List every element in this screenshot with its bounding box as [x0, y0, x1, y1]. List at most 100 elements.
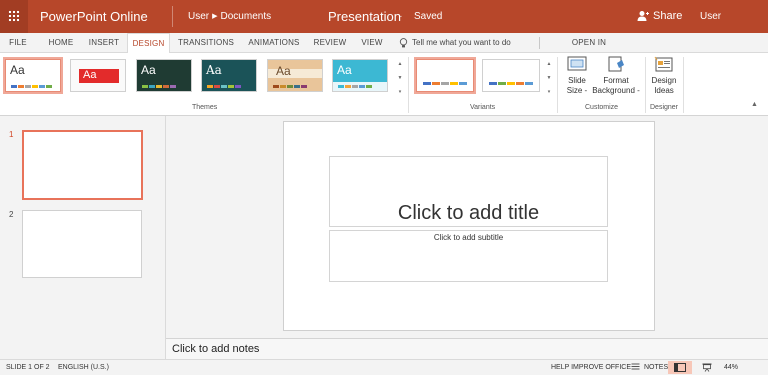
open-in-powerpoint-button[interactable]: OPEN IN POWERPOINT [546, 33, 632, 67]
theme-swatches [11, 85, 52, 88]
breadcrumb-user[interactable]: User [188, 11, 209, 22]
notes-placeholder: Click to add notes [172, 343, 260, 355]
share-label: Share [653, 10, 683, 22]
variant-swatches [423, 82, 467, 85]
notes-icon[interactable] [631, 363, 640, 373]
app-launcher-button[interactable] [0, 0, 28, 33]
tell-me-label: Tell me what you want to do [412, 38, 511, 47]
ribbon-divider [683, 57, 684, 113]
normal-view-icon [674, 363, 686, 372]
slide-size-icon [567, 56, 587, 71]
ribbon-divider [557, 57, 558, 113]
theme-teal[interactable]: Aa [201, 59, 257, 92]
tab-transitions[interactable]: TRANSITIONS [176, 33, 236, 53]
tab-insert[interactable]: INSERT [84, 33, 124, 53]
tab-view[interactable]: VIEW [357, 33, 387, 53]
variant-1[interactable] [414, 57, 476, 94]
theme-red[interactable]: Aa [70, 59, 126, 92]
slide-thumbnail-2[interactable] [22, 210, 142, 278]
theme-tan[interactable]: Aa [267, 59, 323, 92]
theme-sample-text: Aa [141, 63, 156, 77]
ribbon-divider [645, 57, 646, 113]
tab-review[interactable]: REVIEW [311, 33, 349, 53]
scroll-up-icon[interactable]: ▲ [545, 57, 553, 71]
collapse-ribbon-icon[interactable]: ▲ [751, 101, 758, 108]
scroll-down-icon[interactable]: ▼ [396, 71, 404, 85]
person-add-icon [637, 11, 649, 21]
slide-thumbnail-1[interactable] [22, 130, 143, 200]
theme-sample-text: Aa [206, 63, 222, 77]
theme-sample-text: Aa [337, 63, 352, 77]
zoom-level[interactable]: 44% [724, 364, 738, 371]
tab-animations[interactable]: ANIMATIONS [244, 33, 304, 53]
design-ideas-button[interactable]: Design Ideas [648, 56, 680, 96]
design-ribbon: Aa Aa Aa Aa Aa Aa ▲ ▼ ▾ Themes ▲ ▼ ▾ Var… [0, 53, 768, 116]
theme-sample-text: Aa [10, 63, 25, 77]
title-bar: PowerPoint Online User ▶ Documents Present… [0, 0, 768, 33]
expand-gallery-icon[interactable]: ▾ [396, 85, 404, 99]
lightbulb-icon [399, 38, 408, 48]
designer-group-label: Designer [650, 104, 679, 111]
slide-number: 1 [9, 130, 14, 139]
notes-pane[interactable]: Click to add notes [166, 338, 768, 359]
format-background-button[interactable]: Format Background - [590, 56, 642, 96]
subtitle-placeholder-text: Click to add subtitle [433, 233, 504, 242]
slide-number: 2 [9, 210, 14, 219]
share-button[interactable]: Share [637, 10, 682, 22]
tab-design[interactable]: DESIGN [127, 33, 170, 54]
expand-gallery-icon[interactable]: ▾ [545, 85, 553, 99]
design-ideas-label: Design [651, 76, 677, 85]
paint-bucket-icon [608, 56, 624, 72]
theme-swatches [273, 85, 307, 88]
theme-sample-text: Aa [276, 64, 291, 78]
title-separator: - [399, 11, 402, 21]
slide-size-button[interactable]: Slide Size - [561, 56, 593, 96]
title-placeholder-text: Click to add title [397, 202, 540, 224]
variants-scroll[interactable]: ▲ ▼ ▾ [545, 57, 553, 99]
breadcrumb: User ▶ Documents [188, 11, 271, 22]
themes-scroll[interactable]: ▲ ▼ ▾ [396, 57, 404, 99]
scroll-down-icon[interactable]: ▼ [545, 71, 553, 85]
format-background-label: Format [603, 76, 629, 85]
save-status: Saved [414, 11, 443, 22]
slideshow-icon[interactable] [702, 363, 712, 374]
user-account-button[interactable]: User [700, 11, 721, 22]
ribbon-tabs: FILE HOME INSERT DESIGN TRANSITIONS ANIM… [0, 33, 768, 67]
tabs-divider [539, 37, 540, 49]
tab-home[interactable]: HOME [42, 33, 80, 53]
theme-office[interactable]: Aa [3, 57, 63, 94]
app-name[interactable]: PowerPoint Online [40, 9, 148, 24]
title-divider [172, 6, 173, 27]
chevron-right-icon: ▶ [212, 13, 218, 20]
theme-swatches [142, 85, 176, 88]
tell-me-search[interactable]: Tell me what you want to do [399, 33, 511, 53]
theme-swatches [207, 85, 241, 88]
customize-group-label: Customize [585, 104, 619, 111]
title-placeholder[interactable]: Click to add title [329, 156, 608, 227]
breadcrumb-documents[interactable]: Documents [221, 11, 272, 22]
design-ideas-label-2: Ideas [654, 86, 674, 95]
theme-dark-green[interactable]: Aa [136, 59, 192, 92]
variants-group-label: Variants [470, 104, 496, 111]
variant-swatches [489, 82, 533, 85]
themes-group-label: Themes [192, 104, 218, 111]
slide-size-label-2: Size - [566, 86, 588, 95]
slide-count: SLIDE 1 OF 2 [6, 364, 50, 371]
document-title[interactable]: Presentation [328, 9, 401, 24]
scroll-up-icon[interactable]: ▲ [396, 57, 404, 71]
variant-2[interactable] [482, 59, 540, 92]
theme-sample-text: Aa [83, 69, 97, 81]
waffle-icon [8, 10, 20, 22]
subtitle-placeholder[interactable]: Click to add subtitle [329, 230, 608, 282]
notes-toggle-label[interactable]: NOTES [644, 364, 668, 371]
status-bar: SLIDE 1 OF 2 ENGLISH (U.S.) HELP IMPROVE… [0, 359, 768, 375]
design-ideas-icon [654, 56, 673, 72]
theme-swatches [338, 85, 372, 88]
theme-cyan[interactable]: Aa [332, 59, 388, 92]
help-improve-office-link[interactable]: HELP IMPROVE OFFICE [551, 364, 631, 371]
language-status[interactable]: ENGLISH (U.S.) [58, 364, 109, 371]
normal-view-button[interactable] [668, 361, 692, 374]
slide-size-label: Slide [568, 76, 586, 85]
tab-file[interactable]: FILE [4, 33, 32, 53]
ribbon-divider [408, 57, 409, 113]
